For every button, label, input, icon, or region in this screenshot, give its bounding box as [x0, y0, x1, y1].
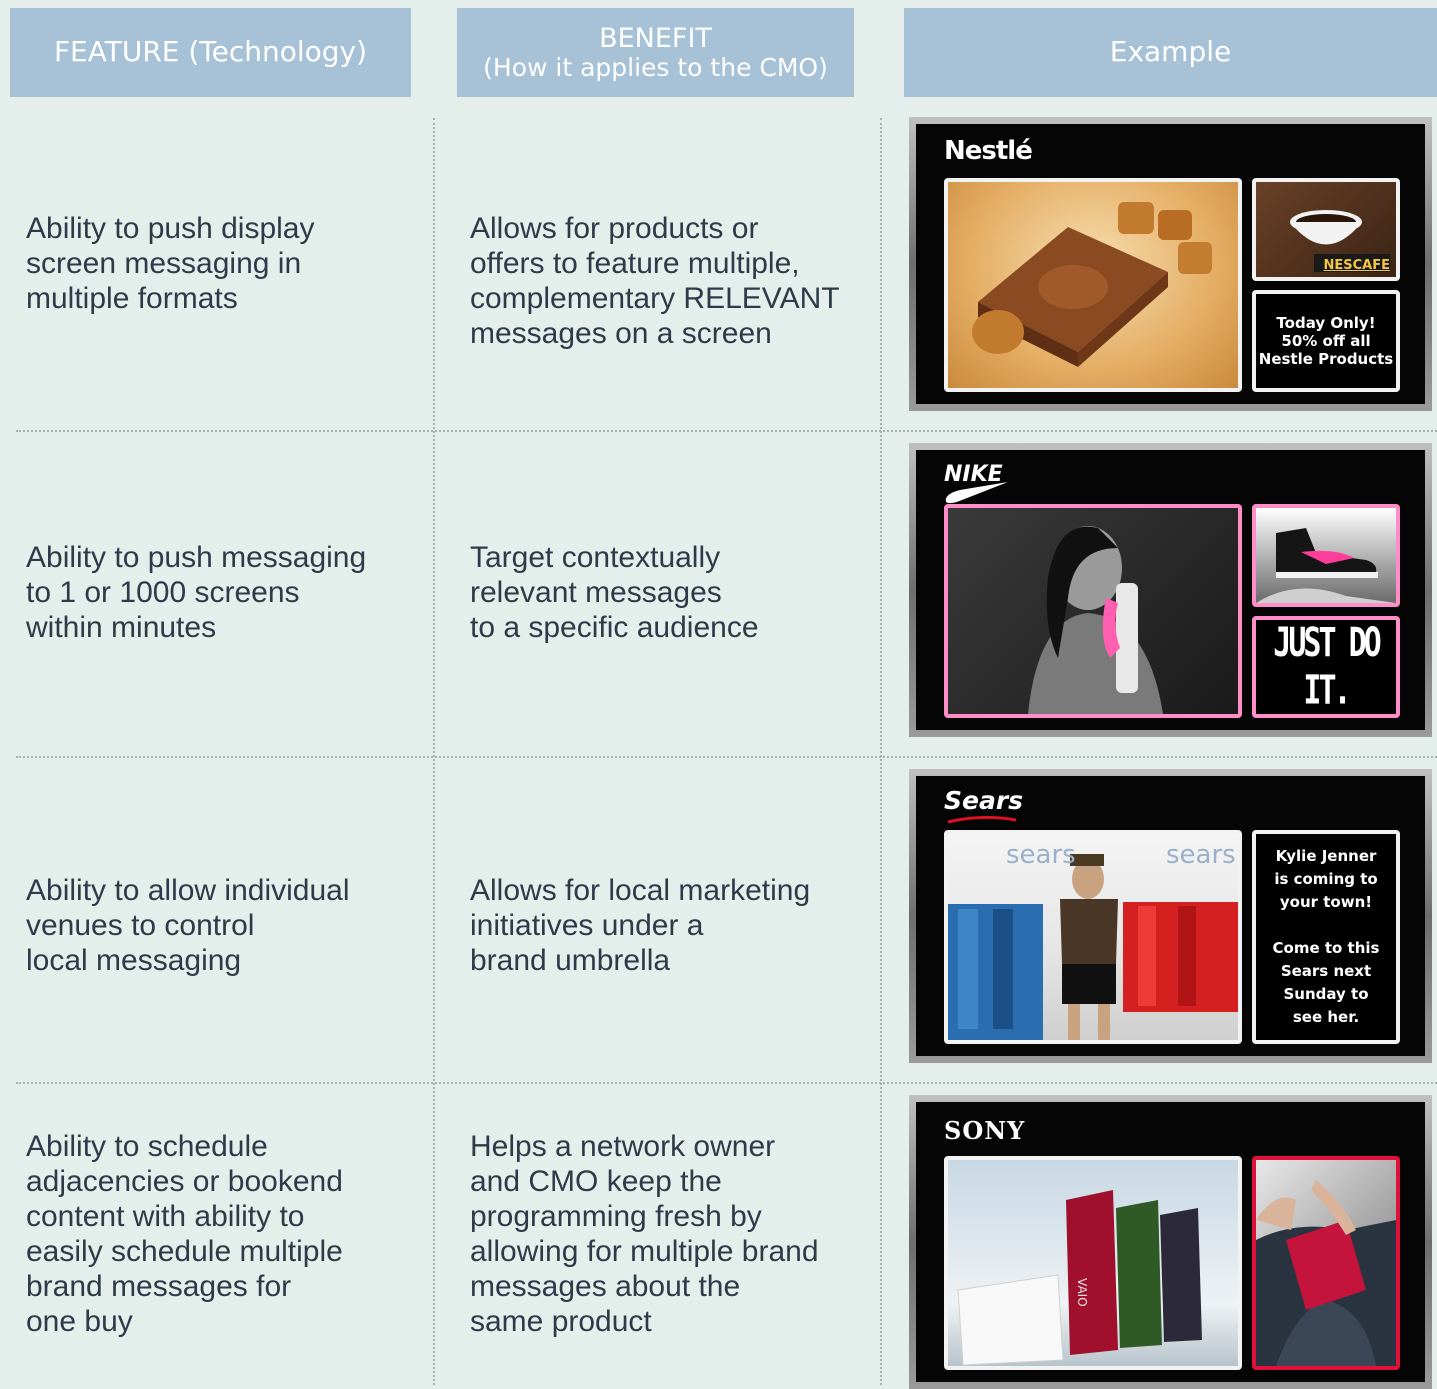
event-panel: Kylie Jenner is coming to your town! Com… [1252, 830, 1400, 1044]
promo-line: Nestle Products [1258, 350, 1394, 368]
benefit-line: and CMO keep the [470, 1165, 722, 1198]
feature-line: to 1 or 1000 screens [26, 576, 300, 609]
event-line: your town! [1279, 893, 1373, 911]
nestle-logo: Nestlé [944, 136, 1033, 166]
header-feature-label: FEATURE (Technology) [53, 35, 368, 69]
promo-line: Today Only! [1276, 314, 1376, 332]
sony-logo: SONY [944, 1116, 1026, 1145]
promo-line: 50% off all [1281, 332, 1371, 350]
benefit-line: Allows for local marketing [470, 874, 811, 907]
promo-panel: Today Only! 50% off all Nestle Products [1252, 290, 1400, 392]
pocket-image [1252, 1156, 1400, 1370]
row-divider [16, 430, 1437, 432]
benefit-line: relevant messages [470, 576, 722, 609]
benefit-line: messages on a screen [470, 317, 772, 350]
event-line: Come to this [1272, 939, 1380, 957]
laptops-image: VAIO [944, 1156, 1242, 1370]
benefit-cell: Allows for products or offers to feature… [470, 211, 840, 351]
chocolate-image [944, 178, 1242, 392]
sears-logo: Sears [944, 786, 1024, 815]
nescafe-image: NESCAFE [1252, 178, 1400, 281]
benefit-line: complementary RELEVANT [470, 282, 840, 315]
example-screen-nike: NIKE JUST DO IT. [909, 443, 1432, 737]
benefit-line: brand umbrella [470, 944, 671, 977]
benefit-line: to a specific audience [470, 611, 759, 644]
header-example: Example [904, 8, 1437, 97]
benefit-line: messages about the [470, 1270, 741, 1303]
feature-line: multiple formats [26, 282, 238, 315]
feature-cell: Ability to allow individual venues to co… [26, 873, 350, 978]
swoosh-icon [945, 482, 1008, 504]
column-divider [880, 118, 882, 1385]
row-divider [16, 1082, 1437, 1084]
header-benefit-title: BENEFIT [599, 22, 712, 54]
benefit-cell: Target contextually relevant messages to… [470, 540, 759, 645]
feature-cell: Ability to schedule adjacencies or booke… [26, 1129, 343, 1339]
benefit-cell: Allows for local marketing initiatives u… [470, 873, 810, 978]
feature-cell: Ability to push display screen messaging… [26, 211, 315, 316]
row-divider [16, 756, 1437, 758]
benefit-line: offers to feature multiple, [470, 247, 800, 280]
header-benefit-subtitle: (How it applies to the CMO) [483, 52, 828, 82]
benefit-line: programming fresh by [470, 1200, 762, 1233]
feature-line: local messaging [26, 944, 242, 977]
feature-line: adjacencies or bookend [26, 1165, 343, 1198]
feature-line: easily schedule multiple [26, 1235, 343, 1268]
store-sign-right: sears [1166, 840, 1236, 870]
benefit-line: Allows for products or [470, 212, 759, 245]
vaio-mark: VAIO [1075, 1278, 1089, 1307]
feature-line: brand messages for [26, 1270, 292, 1303]
athlete-image [944, 504, 1242, 718]
feature-line: Ability to push display [26, 212, 315, 245]
sears-underline-icon [947, 816, 1017, 824]
example-screen-sony: SONY VAIO [909, 1095, 1432, 1389]
event-line: Sunday to [1283, 985, 1369, 1003]
benefit-line: allowing for multiple brand [470, 1235, 819, 1268]
header-example-label: Example [1109, 35, 1232, 69]
event-line: Kylie Jenner [1275, 847, 1377, 865]
feature-line: one buy [26, 1305, 133, 1338]
event-line: Sears next [1280, 962, 1372, 980]
example-screen-nestle: Nestlé NESCAFE Today Only! 50% off all N… [909, 117, 1432, 411]
feature-line: Ability to allow individual [26, 874, 350, 907]
event-line: see her. [1292, 1008, 1360, 1026]
benefit-line: Target contextually [470, 541, 721, 574]
slogan-panel: JUST DO IT. [1252, 616, 1400, 718]
column-divider [433, 118, 435, 1385]
store-image: sears sears [944, 830, 1242, 1044]
sneaker-image [1252, 504, 1400, 607]
header-feature: FEATURE (Technology) [10, 8, 411, 97]
store-sign-left: sears [1006, 840, 1076, 870]
benefit-line: same product [470, 1305, 652, 1338]
feature-line: venues to control [26, 909, 255, 942]
feature-line: Ability to schedule [26, 1130, 268, 1163]
slogan-text: JUST DO IT. [1273, 619, 1381, 715]
feature-line: Ability to push messaging [26, 541, 367, 574]
feature-line: within minutes [26, 611, 217, 644]
event-line: is coming to [1274, 870, 1378, 888]
nescafe-logo: NESCAFE [1323, 258, 1391, 273]
header-benefit: BENEFIT (How it applies to the CMO) [457, 8, 854, 97]
benefit-cell: Helps a network owner and CMO keep the p… [470, 1129, 819, 1339]
feature-cell: Ability to push messaging to 1 or 1000 s… [26, 540, 366, 645]
example-screen-sears: Sears sears sears Kylie Jenner is coming… [909, 769, 1432, 1063]
feature-line: content with ability to [26, 1200, 305, 1233]
benefit-line: Helps a network owner [470, 1130, 776, 1163]
benefit-line: initiatives under a [470, 909, 704, 942]
feature-line: screen messaging in [26, 247, 302, 280]
